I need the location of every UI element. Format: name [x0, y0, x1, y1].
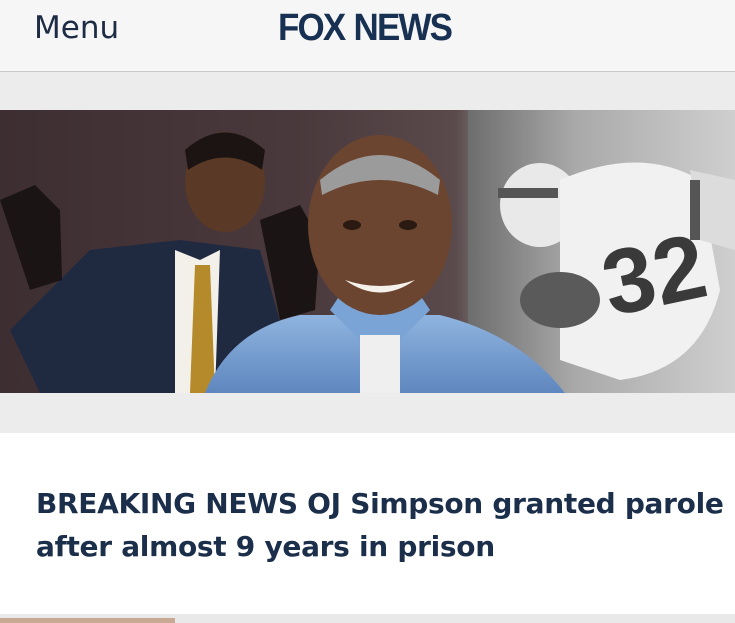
fox-news-logo[interactable]: FOX NEWS: [278, 6, 453, 50]
logo-text-news: NEWS: [353, 7, 453, 49]
logo-text-fox: FOX: [278, 7, 346, 49]
image-bottom-spacer: [0, 393, 735, 433]
hero-photo-collage: 32: [0, 110, 735, 393]
top-navigation-bar: Menu FOX NEWS: [0, 0, 735, 72]
menu-button[interactable]: Menu: [34, 8, 119, 48]
image-top-spacer: [0, 72, 735, 110]
article-headline[interactable]: BREAKING NEWS OJ Simpson granted parole …: [36, 482, 731, 568]
next-article-thumbnail[interactable]: [0, 618, 175, 623]
article-hero-image[interactable]: 32: [0, 110, 735, 393]
